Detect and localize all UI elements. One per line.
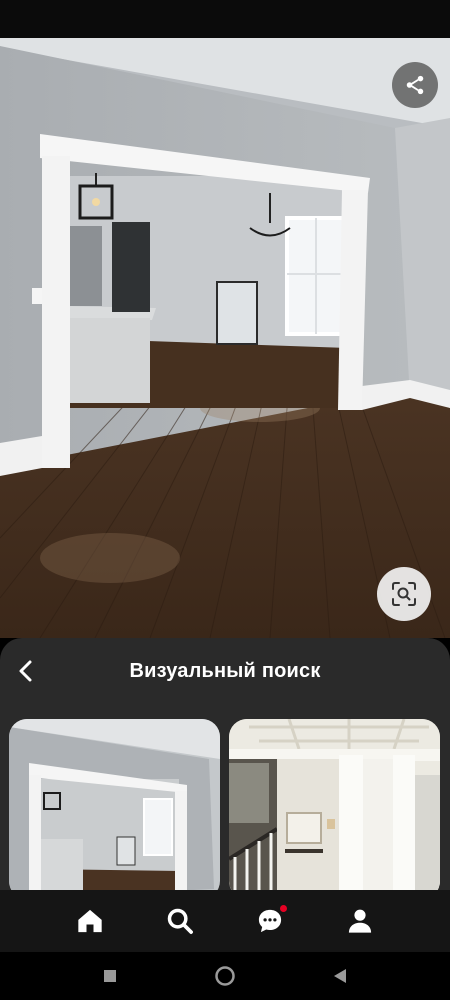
nav-profile[interactable] [338,899,382,943]
person-icon [348,909,372,933]
visual-search-sheet: Визуальный поиск [0,638,450,890]
room-photo [0,38,450,638]
nav-messages[interactable] [248,899,292,943]
square-icon [104,970,116,982]
nav-search[interactable] [158,899,202,943]
circle-icon [215,966,235,986]
notification-dot [280,905,287,912]
sheet-header: Визуальный поиск [0,638,450,710]
system-navigation-bar [0,952,450,1000]
bottom-nav [0,890,450,952]
result-card[interactable] [229,719,440,890]
visual-search-button[interactable] [377,567,431,621]
sheet-title: Визуальный поиск [129,660,321,682]
nav-home[interactable] [68,899,112,943]
triangle-back-icon [334,969,346,983]
main-pin-image[interactable] [0,38,450,638]
visual-search-icon [392,582,416,606]
home-system-button[interactable] [210,961,240,991]
result-thumbnail [229,719,440,890]
share-icon [406,75,424,95]
back-system-button[interactable] [325,961,355,991]
status-bar [0,0,450,38]
home-icon [78,909,102,933]
result-card[interactable] [9,719,220,890]
recent-apps-button[interactable] [95,961,125,991]
chat-bubble-icon [258,909,282,933]
result-thumbnail [9,719,220,890]
search-icon [167,908,193,934]
share-button[interactable] [392,62,438,108]
